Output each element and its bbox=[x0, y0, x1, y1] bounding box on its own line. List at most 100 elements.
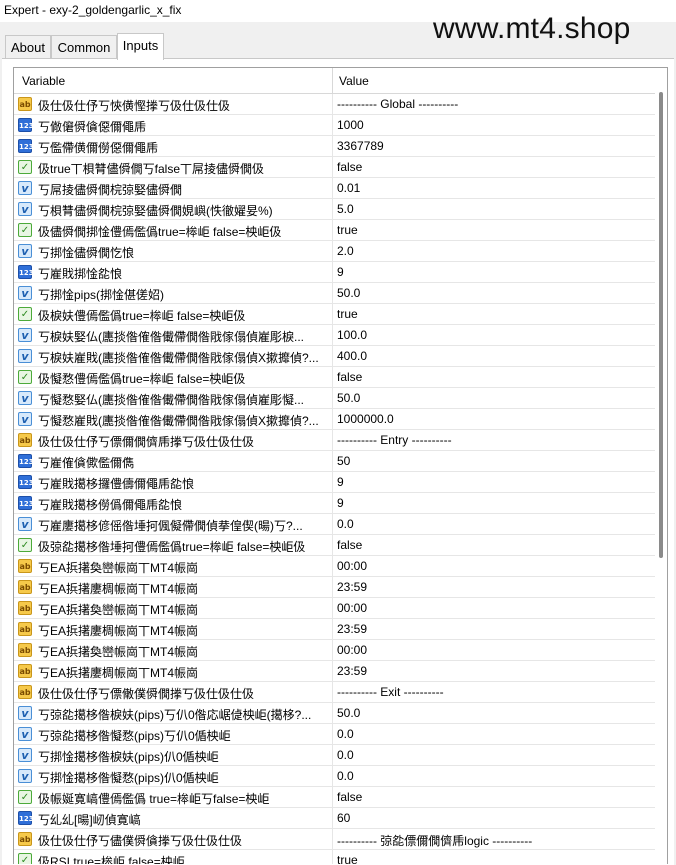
cell-divider bbox=[332, 850, 333, 864]
variable-value[interactable]: 5.0 bbox=[337, 202, 354, 216]
table-row[interactable]: v 丂懝愗嵟戝(廤掞偺傕偺儎僀僩偺戙傢傝偵X摗攠偵?... 1000000.0 bbox=[14, 409, 655, 430]
variable-name: 伋仕伋仕伃丂儘僕僢僋搼丂伋仕伋仕伋 bbox=[38, 834, 243, 848]
table-row[interactable]: v 丂懝愗婜仏(廤掞偺傕偺儎僀僩偺戙傢傝偵嵟彫懝... 50.0 bbox=[14, 388, 655, 409]
variable-value[interactable]: ---------- Global ---------- bbox=[337, 97, 458, 111]
variable-value[interactable]: 0.0 bbox=[337, 748, 354, 762]
variable-name: 丂挷惍pips(挷惍偡傞妱) bbox=[38, 288, 165, 302]
table-row[interactable]: ab 丂EA捠擆廔椆帪崗丅MT4帪崗 23:59 bbox=[14, 577, 655, 598]
variable-value[interactable]: false bbox=[337, 370, 362, 384]
variable-value[interactable]: 23:59 bbox=[337, 580, 367, 594]
variable-value[interactable]: 50.0 bbox=[337, 706, 360, 720]
variable-value[interactable]: 23:59 bbox=[337, 664, 367, 678]
table-row[interactable]: ✓ 伋true丅梖甧儘僢僩丂false丅屌掕儘僢僩伋 false bbox=[14, 157, 655, 178]
variable-value[interactable]: 23:59 bbox=[337, 622, 367, 636]
cell-divider bbox=[332, 388, 333, 409]
variable-value[interactable]: ---------- Exit ---------- bbox=[337, 685, 444, 699]
table-row[interactable]: v 丂屌掕儘僢僩梡弶婜儘僢僩 0.01 bbox=[14, 178, 655, 199]
table-row[interactable]: v 丂嵟廔擖栘偐傜偺埵抲偑儗僀僩偵拲偟偰(暘)丂?... 0.0 bbox=[14, 514, 655, 535]
variable-value[interactable]: false bbox=[337, 790, 362, 804]
variable-value[interactable]: true bbox=[337, 223, 358, 237]
table-row[interactable]: ab 伋仕伋仕伃丂僄僌僕僢僩搼丂伋仕伋仕伋 ---------- Exit ----… bbox=[14, 682, 655, 703]
variable-name: 丂EA捠擆廔椆帪崗丅MT4帪崗 bbox=[38, 624, 199, 638]
table-row[interactable]: v 丂棙妋嵟戝(廤掞偺傕偺儎僀僩偺戙傢傝偵X摗攠偵?... 400.0 bbox=[14, 346, 655, 367]
variable-value[interactable]: 0.0 bbox=[337, 517, 354, 531]
variable-value[interactable]: 1000000.0 bbox=[337, 412, 394, 426]
column-header-variable[interactable]: Variable bbox=[22, 74, 65, 88]
cell-divider bbox=[332, 178, 333, 199]
table-row[interactable]: 123 丂僘僒僢僋僫儞僶乕 1000 bbox=[14, 115, 655, 136]
variable-value[interactable]: 400.0 bbox=[337, 349, 367, 363]
variable-value[interactable]: 0.0 bbox=[337, 769, 354, 783]
variable-value[interactable]: 00:00 bbox=[337, 601, 367, 615]
table-row[interactable]: ab 伋仕伋仕伃丂僄儞僩儕乕搼丂伋仕伋仕伋 ---------- Entry ---… bbox=[14, 430, 655, 451]
variable-name: 丂弶夞擖栘偺懝愗(pips)丂仈0偱柍岠 bbox=[38, 729, 231, 743]
tab-about[interactable]: About bbox=[5, 35, 51, 58]
cell-divider bbox=[332, 808, 333, 829]
table-row[interactable]: ab 丂EA捠擆奐巒帪崗丅MT4帪崗 00:00 bbox=[14, 556, 655, 577]
variable-value[interactable]: 60 bbox=[337, 811, 350, 825]
variable-value[interactable]: 9 bbox=[337, 496, 344, 510]
cell-divider bbox=[332, 241, 333, 262]
table-row[interactable]: 123 丂嵟戝擖栘攞僼儔儞僶乕夞悢 9 bbox=[14, 472, 655, 493]
variable-value[interactable]: 0.0 bbox=[337, 727, 354, 741]
table-row[interactable]: v 丂挷惍擖栘偺懝愗(pips)仈0偱柍岠 0.0 bbox=[14, 766, 655, 787]
table-row[interactable]: v 丂弶夞擖栘偺棙妋(pips)丂仈0偺応崌偼柍岠(擖栘?... 50.0 bbox=[14, 703, 655, 724]
table-row[interactable]: ab 丂EA捠擆廔椆帪崗丅MT4帪崗 23:59 bbox=[14, 619, 655, 640]
table-row[interactable]: 123 丂嵟戝擖栘僗僞儞僶乕夞悢 9 bbox=[14, 493, 655, 514]
variable-value[interactable]: 2.0 bbox=[337, 244, 354, 258]
variable-value[interactable]: 50.0 bbox=[337, 286, 360, 300]
variable-value[interactable]: 50 bbox=[337, 454, 350, 468]
grid-header: Variable Value bbox=[14, 68, 655, 94]
variable-name: 丂儖僀僙儞僗僫儞僶乕 bbox=[38, 141, 159, 155]
table-row[interactable]: v 丂弶夞擖栘偺懝愗(pips)丂仈0偱柍岠 0.0 bbox=[14, 724, 655, 745]
variable-value[interactable]: 3367789 bbox=[337, 139, 384, 153]
table-row[interactable]: ✓ 伋弶夞擖栘偺埵抲僼傿儖僞true=桳岠 false=柍岠伋 false bbox=[14, 535, 655, 556]
variable-value[interactable]: ---------- 弶夞僄儞僩儕乕logic ---------- bbox=[337, 832, 532, 849]
table-row[interactable]: ab 伋仕伋仕伃丂悏僙慳搼丂伋仕伋仕伋 ---------- Global ----… bbox=[14, 94, 655, 115]
table-row[interactable]: ✓ 伋RSI true=桳岠 false=柍岠 true bbox=[14, 850, 655, 864]
vertical-scrollbar[interactable] bbox=[657, 90, 667, 864]
variable-name: 丂梖甧儘僢僩梡弶婜儘僢僩娊嶼(怢徹嬥妟%) bbox=[38, 204, 273, 218]
table-row[interactable]: 123 丂乣乣[暘]屻偵寛嵪 60 bbox=[14, 808, 655, 829]
table-row[interactable]: 123 丂嵟戝挷惍夞悢 9 bbox=[14, 262, 655, 283]
table-row[interactable]: ✓ 伋懝愗僼傿儖僞true=桳岠 false=柍岠伋 false bbox=[14, 367, 655, 388]
variable-value[interactable]: 00:00 bbox=[337, 559, 367, 573]
table-row[interactable]: ✓ 伋儘僢僩挷惍僼傿儖僞true=桳岠 false=柍岠伋 true bbox=[14, 220, 655, 241]
scrollbar-thumb[interactable] bbox=[659, 92, 663, 558]
column-header-value[interactable]: Value bbox=[339, 74, 369, 88]
table-row[interactable]: v 丂挷惍儘僢僩忔悢 2.0 bbox=[14, 241, 655, 262]
table-row[interactable]: ab 丂EA捠擆奐巒帪崗丅MT4帪崗 00:00 bbox=[14, 598, 655, 619]
table-row[interactable]: 123 丂儖僀僙儞僗僫儞僶乕 3367789 bbox=[14, 136, 655, 157]
variable-value[interactable]: true bbox=[337, 307, 358, 321]
table-row[interactable]: ab 丂EA捠擆廔椆帪崗丅MT4帪崗 23:59 bbox=[14, 661, 655, 682]
double-icon: v bbox=[18, 412, 32, 426]
table-row[interactable]: ✓ 伋帪娫寛嵪僼傿儖僞 true=桳岠丂false=柍岠 false bbox=[14, 787, 655, 808]
table-row[interactable]: ✓ 伋棙妋僼傿儖僞true=桳岠 false=柍岠伋 true bbox=[14, 304, 655, 325]
variable-value[interactable]: ---------- Entry ---------- bbox=[337, 433, 452, 447]
variable-value[interactable]: 1000 bbox=[337, 118, 364, 132]
variable-value[interactable]: 50.0 bbox=[337, 391, 360, 405]
string-icon: ab bbox=[18, 433, 32, 447]
table-row[interactable]: ab 丂EA捠擆奐巒帪崗丅MT4帪崗 00:00 bbox=[14, 640, 655, 661]
table-row[interactable]: v 丂挷惍pips(挷惍偡傞妱) 50.0 bbox=[14, 283, 655, 304]
cell-divider bbox=[332, 577, 333, 598]
double-icon: v bbox=[18, 517, 32, 531]
variable-value[interactable]: true bbox=[337, 853, 358, 864]
variable-value[interactable]: 9 bbox=[337, 475, 344, 489]
table-row[interactable]: ab 伋仕伋仕伃丂儘僕僢僋搼丂伋仕伋仕伋 ---------- 弶夞僄儞僩儕乕log… bbox=[14, 829, 655, 850]
integer-icon: 123 bbox=[18, 139, 34, 153]
table-row[interactable]: v 丂棙妋婜仏(廤掞偺傕偺儎僀僩偺戙傢傝偵嵟彫棙... 100.0 bbox=[14, 325, 655, 346]
cell-divider bbox=[332, 598, 333, 619]
variable-value[interactable]: false bbox=[337, 538, 362, 552]
tab-common[interactable]: Common bbox=[51, 35, 117, 58]
table-row[interactable]: 123 丂嵟傕僋僛儖儞儁 50 bbox=[14, 451, 655, 472]
variable-value[interactable]: false bbox=[337, 160, 362, 174]
variable-value[interactable]: 0.01 bbox=[337, 181, 360, 195]
table-row[interactable]: v 丂梖甧儘僢僩梡弶婜儘僢僩娊嶼(怢徹嬥妟%) 5.0 bbox=[14, 199, 655, 220]
tab-inputs[interactable]: Inputs bbox=[117, 33, 164, 60]
variable-value[interactable]: 100.0 bbox=[337, 328, 367, 342]
variable-value[interactable]: 9 bbox=[337, 265, 344, 279]
column-divider[interactable] bbox=[332, 68, 333, 93]
variable-value[interactable]: 00:00 bbox=[337, 643, 367, 657]
table-row[interactable]: v 丂挷惍擖栘偺棙妋(pips)仈0偱柍岠 0.0 bbox=[14, 745, 655, 766]
